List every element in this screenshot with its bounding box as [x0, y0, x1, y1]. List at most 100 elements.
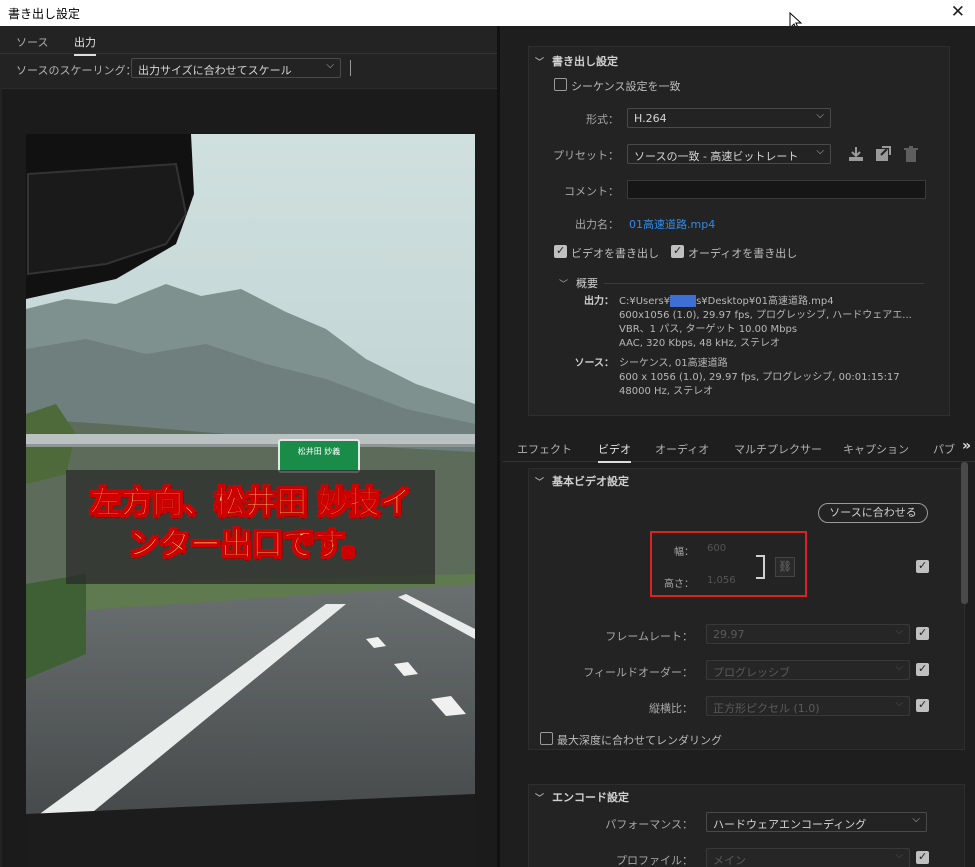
- comment-input[interactable]: [627, 180, 926, 199]
- scrollbar-thumb[interactable]: [961, 462, 968, 604]
- basic-video-header[interactable]: ﹀ 基本ビデオ設定: [535, 473, 629, 489]
- chevron-down-icon: ⌵: [895, 626, 903, 637]
- tab-publish[interactable]: パブ: [933, 441, 955, 457]
- export-settings-title: 書き出し設定: [552, 55, 619, 68]
- chevron-down-icon: ⌵: [895, 698, 903, 709]
- output-path-pre: C:¥Users¥: [619, 296, 671, 307]
- encode-settings-panel: ﹀ エンコード設定 パフォーマンス： ハードウェアエンコーディング ⌵ プロファイ…: [528, 784, 965, 867]
- tab-captions[interactable]: キャプション: [843, 441, 909, 457]
- summary-output-line2: 600x1056 (1.0), 29.97 fps, プログレッシブ, ハードウ…: [619, 310, 912, 321]
- chevron-down-icon: ⌵: [816, 110, 824, 121]
- encode-settings-title: エンコード設定: [552, 791, 630, 804]
- summary-output-path: C:¥Users¥ s¥Desktop¥01高速道路.mp4: [619, 295, 834, 309]
- link-bracket: [756, 555, 765, 579]
- field-order-dropdown[interactable]: プログレッシブ ⌵: [706, 660, 910, 680]
- max-depth-checkbox[interactable]: [540, 732, 553, 745]
- match-sequence-checkbox[interactable]: [554, 78, 567, 91]
- height-value[interactable]: 1,056: [707, 575, 736, 586]
- output-path-post: s¥Desktop¥01高速道路.mp4: [696, 296, 834, 307]
- preset-value: ソースの一致 - 高速ビットレート: [634, 150, 799, 163]
- summary-source-key: ソース：: [574, 358, 615, 369]
- comment-label: コメント：: [564, 185, 619, 198]
- performance-dropdown[interactable]: ハードウェアエンコーディング ⌵: [706, 812, 927, 832]
- chevron-down-icon: ⌵: [816, 146, 824, 157]
- road-sign: 松井田 妙義: [278, 439, 360, 473]
- more-tabs-icon[interactable]: »: [962, 438, 971, 454]
- basic-video-title: 基本ビデオ設定: [552, 475, 630, 488]
- close-icon[interactable]: ✕: [951, 2, 965, 22]
- export-audio-checkbox[interactable]: [671, 244, 684, 258]
- tab-video[interactable]: ビデオ: [598, 441, 631, 463]
- performance-label: パフォーマンス：: [605, 818, 693, 831]
- encode-settings-header[interactable]: ﹀ エンコード設定: [535, 789, 629, 805]
- settings-pane: ﹀ 書き出し設定 シーケンス設定を一致 形式： H.264 ⌵ プリセット： ソー…: [503, 26, 975, 867]
- framerate-value: 29.97: [713, 628, 745, 641]
- output-name-link[interactable]: 01高速道路.mp4: [629, 216, 715, 232]
- right-tabbar: エフェクト ビデオ オーディオ マルチプレクサー キャプション パブ »: [503, 434, 975, 463]
- caption-overlay: 左方向、松井田 妙技イ ンター出口です。: [66, 470, 435, 584]
- summary-output-line4: AAC, 320 Kbps, 48 kHz, ステレオ: [619, 338, 781, 349]
- tab-output[interactable]: 出力: [74, 34, 96, 56]
- export-settings-header[interactable]: ﹀ 書き出し設定: [535, 53, 618, 69]
- height-label: 高さ：: [664, 579, 694, 590]
- chain-link-icon[interactable]: ⛓: [775, 557, 795, 577]
- scaling-label: ソースのスケーリング：: [16, 64, 137, 77]
- export-video-checkbox[interactable]: [554, 244, 567, 258]
- aspect-label: 縦横比：: [649, 702, 693, 715]
- summary-header[interactable]: ﹀ 概要: [559, 275, 598, 291]
- preset-label: プリセット：: [553, 149, 619, 162]
- framerate-checkbox[interactable]: [916, 626, 929, 640]
- framerate-dropdown[interactable]: 29.97 ⌵: [706, 624, 910, 644]
- match-sequence-label: シーケンス設定を一致: [571, 80, 681, 93]
- left-tabbar: ソース 出力: [0, 26, 497, 56]
- scaling-dropdown[interactable]: 出力サイズに合わせてスケール ⌵: [131, 58, 341, 78]
- collapse-caret-icon: ﹀: [559, 280, 569, 290]
- summary-divider: [604, 283, 924, 284]
- redaction-mark: [670, 295, 697, 307]
- tab-effects[interactable]: エフェクト: [517, 441, 572, 457]
- preview-pane: ソース 出力 ソースのスケーリング： 出力サイズに合わせてスケール ⌵ 松井田 …: [0, 26, 500, 867]
- width-label: 幅：: [674, 547, 694, 558]
- export-audio-label: オーディオを書き出し: [688, 247, 798, 260]
- collapse-caret-icon: ﹀: [535, 58, 545, 68]
- delete-preset-icon[interactable]: [902, 145, 920, 163]
- profile-label: プロファイル：: [616, 854, 693, 867]
- width-value[interactable]: 600: [707, 543, 726, 554]
- chevron-down-icon: ⌵: [326, 60, 334, 71]
- format-label: 形式：: [586, 113, 619, 126]
- chevron-down-icon: ⌵: [895, 850, 903, 861]
- window-title: 書き出し設定: [8, 7, 81, 21]
- framerate-label: フレームレート：: [605, 630, 693, 643]
- tab-audio[interactable]: オーディオ: [655, 441, 709, 457]
- profile-checkbox[interactable]: [916, 850, 929, 864]
- field-order-checkbox[interactable]: [916, 662, 929, 676]
- window-titlebar: 書き出し設定 ✕: [0, 0, 975, 26]
- summary-title: 概要: [576, 277, 599, 290]
- match-source-button[interactable]: ソースに合わせる: [818, 503, 928, 523]
- tab-source[interactable]: ソース: [16, 34, 48, 50]
- format-dropdown[interactable]: H.264 ⌵: [627, 108, 831, 128]
- collapse-caret-icon: ﹀: [535, 794, 545, 804]
- caption-text: 左方向、松井田 妙技イ ンター出口です。: [90, 485, 412, 564]
- profile-dropdown[interactable]: メイン ⌵: [706, 848, 910, 867]
- import-preset-icon[interactable]: [874, 145, 892, 163]
- aspect-dropdown[interactable]: 正方形ピクセル (1.0) ⌵: [706, 696, 910, 716]
- profile-value: メイン: [713, 854, 746, 867]
- collapse-caret-icon: ﹀: [535, 478, 545, 488]
- format-value: H.264: [634, 112, 667, 125]
- summary-block: 出力： C:¥Users¥ s¥Desktop¥01高速道路.mp4 600x10…: [529, 295, 949, 405]
- scaling-row: ソースのスケーリング： 出力サイズに合わせてスケール ⌵: [0, 56, 497, 82]
- summary-output-key: 出力：: [584, 296, 614, 307]
- divider: [350, 60, 351, 76]
- performance-value: ハードウェアエンコーディング: [713, 818, 867, 831]
- save-preset-icon[interactable]: [847, 145, 865, 163]
- summary-output-line3: VBR、1 パス, ターゲット 10.00 Mbps: [619, 324, 798, 335]
- tab-multiplexer[interactable]: マルチプレクサー: [734, 441, 822, 457]
- scaling-value: 出力サイズに合わせてスケール: [138, 64, 292, 77]
- video-preview: 松井田 妙義 左方向、松井田 妙技イ ンター出口です。: [26, 134, 475, 867]
- chevron-down-icon: ⌵: [895, 662, 903, 673]
- basic-video-panel: ﹀ 基本ビデオ設定 ソースに合わせる 幅： 600 高さ： 1,056 ⛓ フレー…: [528, 468, 965, 750]
- dimensions-checkbox[interactable]: [916, 559, 929, 573]
- preset-dropdown[interactable]: ソースの一致 - 高速ビットレート ⌵: [627, 144, 831, 164]
- aspect-checkbox[interactable]: [916, 698, 929, 712]
